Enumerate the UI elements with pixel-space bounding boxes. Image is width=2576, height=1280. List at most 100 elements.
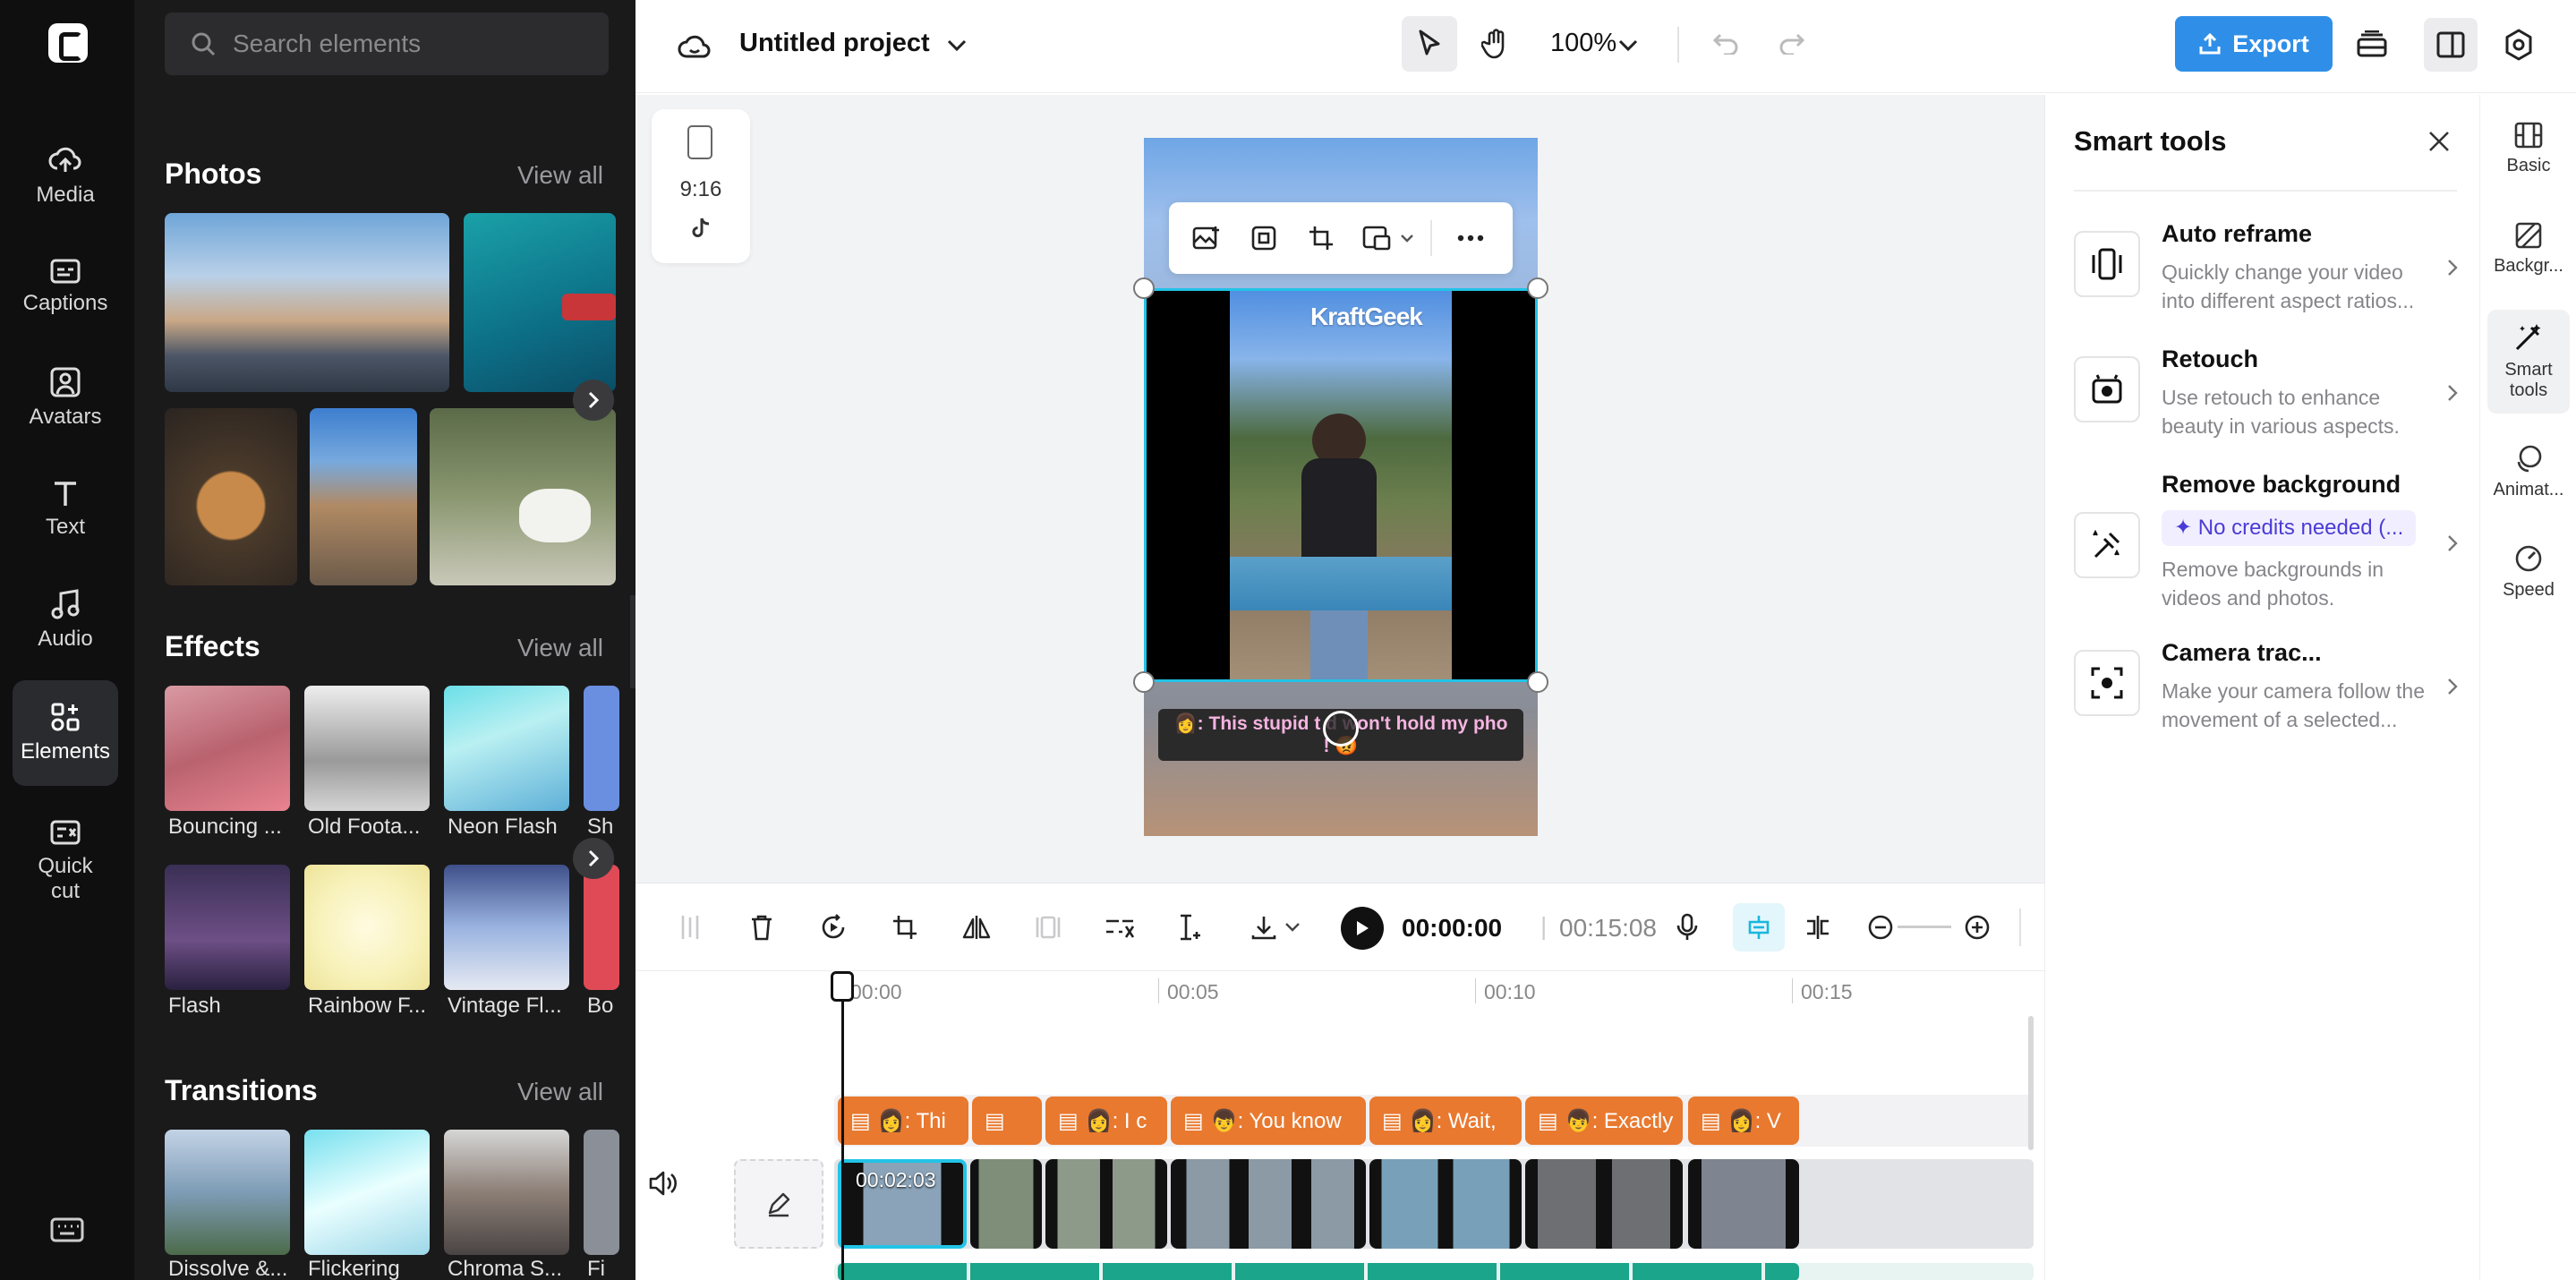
transitions-view-all[interactable]: View all (517, 1078, 603, 1106)
sidebar-item-media[interactable]: Media (13, 124, 118, 229)
time-ruler[interactable]: 00:00 00:05 00:10 00:15 (841, 973, 2032, 1009)
effect-flash[interactable] (165, 865, 290, 990)
chevron-down-icon[interactable] (1282, 916, 1303, 939)
caption-clip[interactable]: ▤ 👦: You know (1171, 1097, 1366, 1145)
caption-clip[interactable]: ▤ (972, 1097, 1042, 1145)
settings-icon[interactable] (2495, 21, 2542, 68)
replace-image-icon[interactable] (1187, 218, 1226, 258)
video-clip[interactable] (970, 1159, 1042, 1249)
keyboard-shortcuts-icon[interactable] (50, 1217, 84, 1242)
tool-auto-reframe[interactable]: Auto reframe Quickly change your video i… (2074, 220, 2459, 346)
tool-camera-tracking[interactable]: Camera trac... Make your camera follow t… (2074, 639, 2459, 764)
tab-background[interactable]: Backgr... (2480, 222, 2576, 277)
zoom-out-icon[interactable] (1862, 909, 1899, 946)
zoom-level[interactable]: 100% (1550, 29, 1616, 58)
audio-clip[interactable] (838, 1263, 1799, 1280)
rotate-handle-icon[interactable] (1323, 711, 1359, 747)
crop-icon[interactable] (886, 909, 924, 946)
layout-toggle-button[interactable] (2424, 18, 2478, 72)
effect-neon-flash[interactable] (444, 686, 569, 811)
effect-partial[interactable] (584, 865, 619, 990)
tab-basic[interactable]: Basic (2480, 122, 2576, 176)
tool-remove-background[interactable]: Remove background ✦ No credits needed (.… (2074, 471, 2459, 632)
photo-dog[interactable] (430, 408, 616, 585)
video-clip[interactable] (1688, 1159, 1799, 1249)
trim-add-icon[interactable] (1173, 909, 1210, 946)
effects-view-all[interactable]: View all (517, 634, 603, 662)
replay-icon[interactable] (815, 909, 852, 946)
effect-bouncing[interactable] (165, 686, 290, 811)
photo-tacos[interactable] (165, 408, 297, 585)
resize-handle-top-right[interactable] (1527, 277, 1548, 299)
close-icon[interactable] (2421, 124, 2457, 159)
effect-old-footage[interactable] (304, 686, 430, 811)
sidebar-item-captions[interactable]: Captions (13, 235, 118, 340)
tab-speed[interactable]: Speed (2480, 544, 2576, 601)
tab-animation[interactable]: Animat... (2480, 444, 2576, 500)
freeze-frame-icon[interactable] (1029, 909, 1067, 946)
cloud-save-icon[interactable] (675, 27, 714, 66)
photo-sea-boat[interactable] (464, 213, 616, 392)
transition-partial[interactable] (584, 1130, 619, 1255)
sidebar-item-text[interactable]: Text (13, 457, 118, 562)
crop-icon[interactable] (1301, 218, 1341, 258)
delete-icon[interactable] (743, 909, 780, 946)
resize-handle-bottom-right[interactable] (1527, 671, 1548, 693)
zoom-chevron-down-icon[interactable] (1615, 30, 1642, 61)
video-clip[interactable] (1525, 1159, 1683, 1249)
export-button[interactable]: Export (2175, 16, 2333, 72)
undo-icon[interactable] (1706, 23, 1745, 63)
more-options-icon[interactable] (1446, 218, 1495, 258)
sidebar-item-quick-cut[interactable]: Quick cut (13, 804, 118, 918)
chevron-down-icon[interactable] (942, 30, 972, 61)
effect-rainbow[interactable] (304, 865, 430, 990)
smart-crop-icon[interactable] (1244, 218, 1284, 258)
playhead-handle[interactable] (831, 971, 854, 1002)
caption-clip[interactable]: ▤ 👦: Exactly (1525, 1097, 1683, 1145)
video-clip-selected[interactable]: 00:02:03 (838, 1159, 967, 1249)
zoom-slider[interactable] (1898, 926, 1951, 928)
flip-icon[interactable] (958, 909, 995, 946)
caption-clip[interactable]: ▤ 👩: Thi (838, 1097, 968, 1145)
photos-scroll-right-button[interactable] (573, 380, 614, 421)
video-clip[interactable] (1171, 1159, 1366, 1249)
caption-clip[interactable]: ▤ 👩: V (1688, 1097, 1799, 1145)
download-icon[interactable] (1244, 909, 1284, 946)
split-screen-icon[interactable] (1799, 909, 1837, 946)
resize-handle-top-left[interactable] (1133, 277, 1155, 299)
redo-icon[interactable] (1772, 23, 1812, 63)
aspect-ratio-card[interactable]: 9:16 (652, 109, 750, 263)
image-adjust-icon[interactable] (1357, 218, 1396, 258)
zoom-in-icon[interactable] (1958, 909, 1996, 946)
sidebar-item-elements[interactable]: Elements (13, 680, 118, 786)
transition-flickering[interactable] (304, 1130, 430, 1255)
microphone-icon[interactable] (1668, 909, 1706, 946)
chevron-down-icon[interactable] (1398, 226, 1416, 251)
video-clip[interactable] (1369, 1159, 1522, 1249)
video-clip[interactable] (1045, 1159, 1167, 1249)
effect-vintage-flash[interactable] (444, 865, 569, 990)
photo-city-skyline[interactable] (165, 213, 449, 392)
select-tool-button[interactable] (1402, 16, 1457, 72)
photo-street[interactable] (310, 408, 417, 585)
tool-retouch[interactable]: Retouch Use retouch to enhance beauty in… (2074, 346, 2459, 471)
effect-partial[interactable] (584, 686, 619, 811)
layers-icon[interactable] (2349, 21, 2395, 68)
transition-chroma[interactable] (444, 1130, 569, 1255)
magnet-snap-button[interactable] (1733, 903, 1785, 951)
photos-view-all[interactable]: View all (517, 161, 603, 190)
timeline-scrollbar[interactable] (2028, 1016, 2034, 1150)
speed-curve-icon[interactable] (1101, 909, 1139, 946)
play-button[interactable] (1341, 907, 1384, 950)
app-logo[interactable] (48, 23, 88, 63)
tab-smart-tools[interactable]: Smart tools (2487, 310, 2570, 414)
hand-tool-button[interactable] (1468, 16, 1523, 72)
search-box[interactable]: Search elements (165, 13, 609, 75)
search-input[interactable]: Search elements (233, 30, 421, 58)
caption-clip[interactable]: ▤ 👩: I c (1045, 1097, 1167, 1145)
cover-edit-button[interactable] (734, 1159, 823, 1249)
caption-clip[interactable]: ▤ 👩: Wait, (1369, 1097, 1522, 1145)
sidebar-item-avatars[interactable]: Avatars (13, 346, 118, 451)
effects-scroll-right-button[interactable] (573, 838, 614, 879)
split-icon[interactable] (671, 909, 709, 946)
